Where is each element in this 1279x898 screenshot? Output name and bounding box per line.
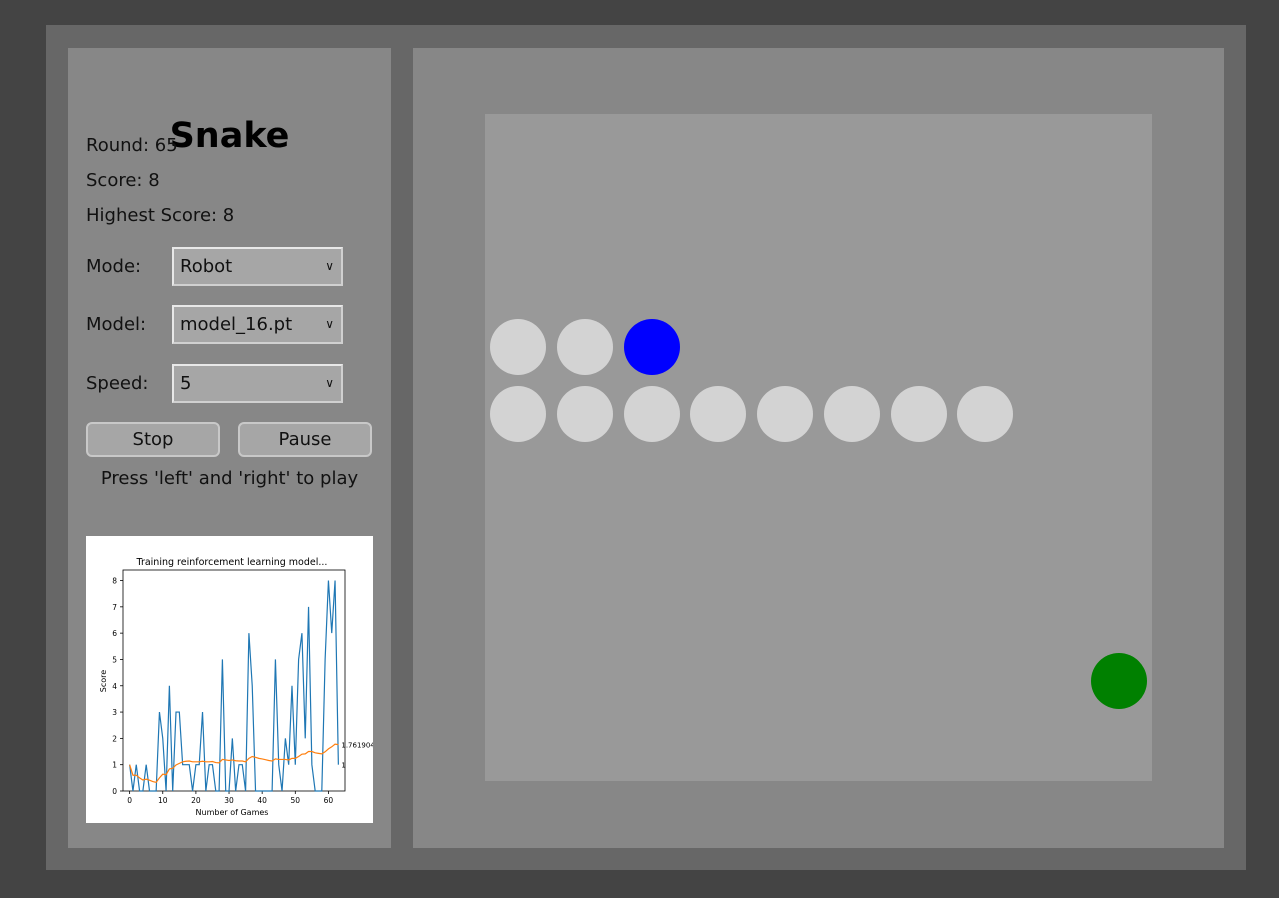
snake-body-segment (890, 386, 947, 443)
chevron-down-icon: ∨ (325, 376, 334, 390)
snake-head (623, 319, 680, 376)
highest-score-display: Highest Score: 8 (86, 205, 235, 226)
snake-body-segment (957, 386, 1014, 443)
score-display: Score: 8 (86, 170, 160, 191)
round-counter: Round: 65 (86, 135, 178, 156)
y-tick-label: 8 (112, 577, 117, 586)
snake-body-segment (490, 386, 547, 443)
training-chart: Training reinforcement learning model...… (86, 536, 375, 823)
model-select-value: model_16.pt (180, 314, 293, 335)
mode-select[interactable]: Robot ∨ (172, 247, 343, 286)
speed-select-value: 5 (180, 373, 192, 394)
score-series-line (129, 580, 339, 792)
chevron-down-icon: ∨ (325, 259, 334, 273)
y-tick-label: 3 (112, 708, 117, 717)
snake-body-segment (557, 319, 614, 376)
play-hint: Press 'left' and 'right' to play (100, 468, 359, 489)
x-tick-label: 40 (257, 796, 267, 805)
y-tick-label: 6 (112, 629, 117, 638)
snake-body-segment (557, 386, 614, 443)
x-tick-label: 30 (224, 796, 234, 805)
chevron-down-icon: ∨ (325, 317, 334, 331)
mode-select-value: Robot (180, 256, 233, 277)
stop-button[interactable]: Stop (86, 422, 220, 457)
y-tick-label: 7 (112, 603, 117, 612)
x-tick-label: 50 (291, 796, 301, 805)
x-axis-label: Number of Games (196, 808, 269, 817)
training-chart-svg: Training reinforcement learning model...… (99, 557, 375, 817)
series-end-label: 1.761904 (341, 742, 373, 750)
series-end-label: 1 (341, 762, 345, 770)
game-board[interactable] (485, 114, 1152, 781)
y-tick-label: 5 (112, 655, 117, 664)
model-label: Model: (86, 314, 147, 335)
snake-body-segment (690, 386, 747, 443)
y-tick-label: 2 (112, 734, 117, 743)
pause-button[interactable]: Pause (238, 422, 372, 457)
snake-body-segment (823, 386, 880, 443)
chart-title: Training reinforcement learning model... (136, 557, 328, 568)
x-tick-label: 60 (324, 796, 334, 805)
y-axis-label: Score (99, 670, 108, 692)
speed-label: Speed: (86, 373, 149, 394)
x-tick-label: 0 (127, 796, 132, 805)
model-select[interactable]: model_16.pt ∨ (172, 305, 343, 344)
x-tick-label: 20 (191, 796, 201, 805)
snake-body-segment (623, 386, 680, 443)
y-tick-label: 0 (112, 787, 117, 796)
snake-body-segment (757, 386, 814, 443)
snake-body-segment (490, 319, 547, 376)
x-tick-label: 10 (158, 796, 168, 805)
y-tick-label: 4 (112, 682, 117, 691)
mode-label: Mode: (86, 256, 142, 277)
y-tick-label: 1 (112, 761, 117, 770)
food-pellet (1090, 652, 1147, 709)
speed-select[interactable]: 5 ∨ (172, 364, 343, 403)
